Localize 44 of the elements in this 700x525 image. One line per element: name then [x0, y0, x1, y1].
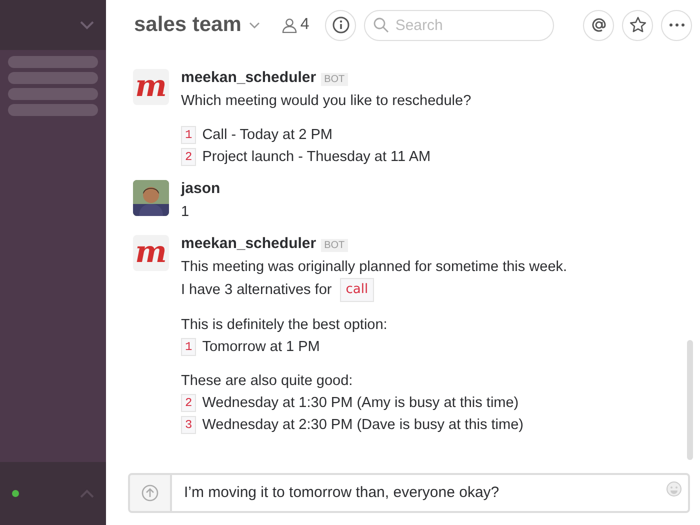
- at-sign-icon: [590, 16, 608, 34]
- search-field[interactable]: Search: [364, 10, 554, 40]
- message-field[interactable]: I’m moving it to tomorrow than, everyone okay?: [172, 473, 690, 513]
- caret-icon[interactable]: [249, 22, 260, 28]
- avatar[interactable]: m: [133, 69, 169, 105]
- option-text: Wednesday at 1:30 PM (Amy is busy at this time): [202, 394, 519, 413]
- author-name[interactable]: jason: [181, 180, 220, 197]
- avatar[interactable]: m: [133, 235, 169, 271]
- person-icon[interactable]: [282, 18, 298, 32]
- more-button[interactable]: [661, 10, 692, 40]
- search-icon: [373, 16, 390, 32]
- author-name[interactable]: meekan_scheduler: [181, 69, 316, 86]
- author-name[interactable]: meekan_scheduler: [181, 235, 316, 252]
- bot-label: BOT: [321, 73, 348, 86]
- avatar[interactable]: [133, 180, 169, 216]
- option-text: Call - Today at 2 PM: [202, 126, 332, 145]
- message-text: Which meeting would you like to reschedule?: [181, 92, 472, 111]
- info-icon: [332, 16, 350, 34]
- channel-title[interactable]: sales team: [134, 9, 242, 41]
- option-text: Wednesday at 2:30 PM (Dave is busy at this time): [202, 416, 524, 435]
- option-number: 1: [181, 126, 196, 144]
- star-icon: [628, 16, 646, 34]
- option-text: Project launch - Thuesday at 11 AM: [202, 148, 431, 167]
- option-number: 1: [181, 338, 196, 356]
- message-text: I have 3 alternatives for: [181, 281, 332, 300]
- more-icon: [668, 23, 684, 27]
- option-number: 2: [181, 148, 196, 166]
- inline-code: call: [340, 278, 374, 302]
- scrollbar[interactable]: [687, 340, 693, 460]
- chevron-down-icon[interactable]: [80, 20, 94, 30]
- message-text: 1: [181, 203, 190, 222]
- upload-button[interactable]: [128, 473, 172, 513]
- message-text: This meeting was originally planned for sometime this week.: [181, 258, 568, 277]
- member-count[interactable]: 4: [300, 13, 310, 37]
- bot-label: BOT: [321, 239, 348, 252]
- message-text: These are also quite good:: [181, 372, 354, 391]
- info-button[interactable]: [325, 10, 356, 40]
- option-text: Tomorrow at 1 PM: [202, 338, 320, 357]
- option-number: 3: [181, 416, 196, 434]
- option-number: 2: [181, 394, 196, 412]
- star-button[interactable]: [622, 10, 653, 40]
- mentions-button[interactable]: [583, 10, 614, 40]
- message-text: This is definitely the best option:: [181, 316, 388, 335]
- arrow-up-icon: [141, 484, 159, 502]
